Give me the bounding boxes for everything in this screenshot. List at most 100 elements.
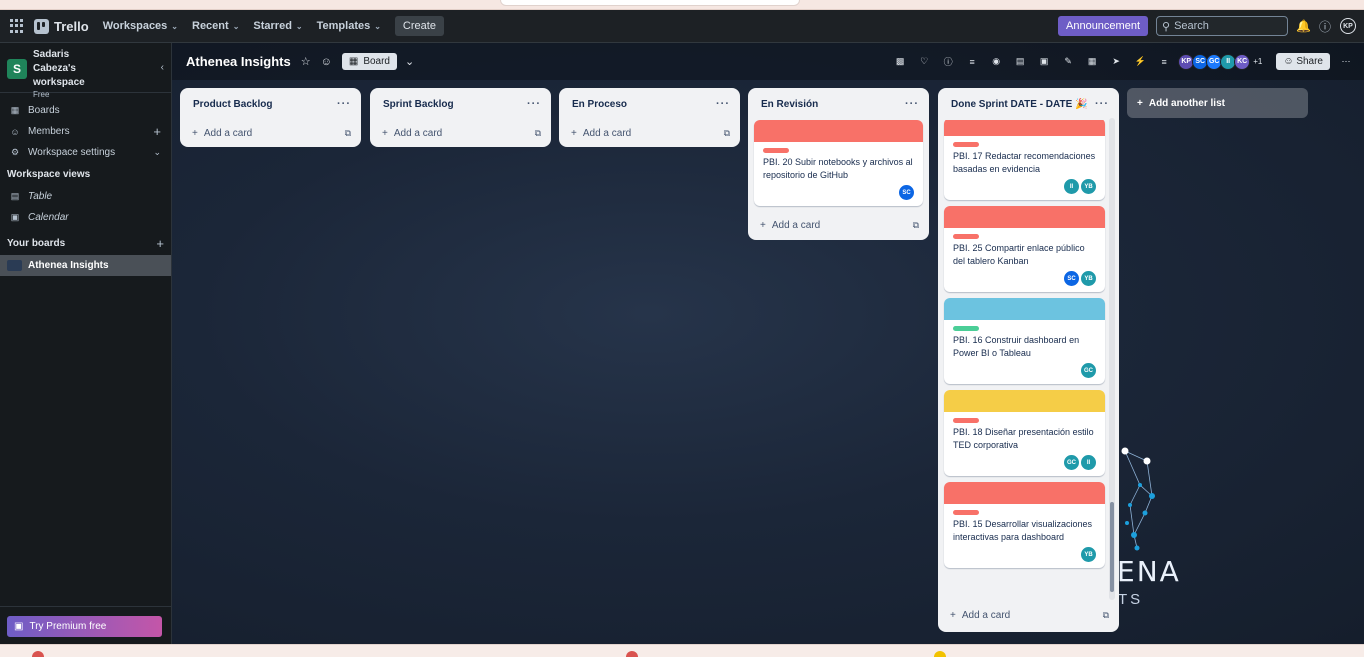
collapse-sidebar-icon[interactable]: ‹ [161,62,164,73]
card-template-icon[interactable]: ⧉ [1103,610,1109,621]
sidebar-item-settings[interactable]: ⚙ Workspace settings ⌄ [0,142,171,163]
list-powerup-icon[interactable]: ≡ [964,57,980,67]
card-member-avatar[interactable]: YB [1081,271,1096,286]
list-title[interactable]: En Proceso [572,99,627,110]
card[interactable]: PBI. 16 Construir dashboard en Power BI … [944,298,1105,384]
card-member-avatar[interactable]: II [1081,455,1096,470]
list-title[interactable]: Product Backlog [193,99,272,110]
filter-icon[interactable]: ≡ [1156,57,1172,67]
card[interactable]: PBI. 17 Redactar recomendaciones basadas… [944,120,1105,200]
announcement-button[interactable]: Announcement [1058,16,1148,36]
sidebar-item-table[interactable]: ▤ Table [0,186,171,207]
nav-templates[interactable]: Templates ⌄ [317,20,381,32]
sidebar-item-calendar[interactable]: ▣ Calendar [0,207,171,228]
card[interactable]: PBI. 25 Compartir enlace público del tab… [944,206,1105,292]
plus-icon: + [1137,97,1143,109]
list-header[interactable]: Done Sprint DATE - DATE 🎉 ··· [938,88,1119,120]
notifications-bell-icon[interactable]: 🔔 [1296,19,1311,33]
board-title[interactable]: Athenea Insights [186,54,291,69]
list-title[interactable]: Sprint Backlog [383,99,454,110]
star-icon[interactable]: ☆ [301,55,311,68]
list-menu-icon[interactable]: ··· [716,98,730,110]
card[interactable]: PBI. 15 Desarrollar visualizaciones inte… [944,482,1105,568]
add-another-list-button[interactable]: + Add another list [1127,88,1308,118]
card-template-icon[interactable]: ⧉ [724,128,730,139]
list-scrollbar-thumb[interactable] [1110,502,1114,592]
list-header[interactable]: En Revisión ··· [748,88,929,120]
add-card-button[interactable]: + Add a card ⧉ [180,120,361,146]
card-label[interactable] [953,142,979,147]
card-template-icon[interactable]: ⧉ [345,128,351,139]
card-powerup-icon[interactable]: ▤ [1012,56,1028,67]
card-label[interactable] [953,510,979,515]
list-menu-icon[interactable]: ··· [1095,98,1109,110]
member-avatar[interactable]: KC [1234,53,1251,70]
plus-icon: + [760,219,766,231]
sidebar-board-athenea[interactable]: Athenea Insights [0,255,171,276]
taskbar-app-icon[interactable] [626,651,638,657]
chart-powerup-icon[interactable]: ▩ [892,56,908,67]
add-member-icon[interactable]: + [153,124,161,139]
card[interactable]: PBI. 20 Subir notebooks y archivos al re… [754,120,923,206]
add-card-button[interactable]: + Add a card ⧉ [938,602,1119,628]
card-label[interactable] [953,326,979,331]
sidebar-item-label: Calendar [28,212,69,223]
add-card-button[interactable]: + Add a card ⧉ [370,120,551,146]
trello-logo[interactable]: Trello [34,18,89,34]
card-cover [944,390,1105,412]
list-menu-icon[interactable]: ··· [905,98,919,110]
github-icon[interactable]: ◉ [988,56,1004,67]
sidebar-item-boards[interactable]: ▦ Boards [0,100,171,121]
app-switcher-icon[interactable] [10,19,24,33]
table-powerup-icon[interactable]: ▦ [1084,56,1100,67]
add-card-button[interactable]: + Add a card ⧉ [559,120,740,146]
card-label[interactable] [763,148,789,153]
taskbar-app-icon[interactable] [934,651,946,657]
create-button[interactable]: Create [394,16,444,36]
card-member-avatar[interactable]: YB [1081,179,1096,194]
sidebar-item-members[interactable]: ☺ Members + [0,121,171,142]
image-powerup-icon[interactable]: ▣ [1036,56,1052,67]
chevron-down-icon[interactable]: ⌄ [405,55,414,68]
card-member-avatar[interactable]: GC [1064,455,1079,470]
pen-powerup-icon[interactable]: ✎ [1060,56,1076,67]
taskbar-app-icon[interactable] [32,651,44,657]
board-members[interactable]: KP SC GC II KC +1 [1178,53,1268,70]
list-header[interactable]: Product Backlog ··· [180,88,361,120]
try-premium-button[interactable]: ▣ Try Premium free [7,616,162,637]
nav-starred[interactable]: Starred ⌄ [253,20,302,32]
board-view-button[interactable]: ▦ Board [341,53,397,70]
list-cards-scroll[interactable]: PBI. 17 Redactar recomendaciones basadas… [938,120,1119,600]
user-avatar[interactable]: KP [1340,18,1356,34]
card-member-avatar[interactable]: II [1064,179,1079,194]
more-menu-icon[interactable]: ⋯ [1338,56,1354,67]
share-button[interactable]: ☺ Share [1276,53,1330,70]
card-member-avatar[interactable]: GC [1081,363,1096,378]
card-template-icon[interactable]: ⧉ [535,128,541,139]
list-title[interactable]: Done Sprint DATE - DATE 🎉 [951,99,1088,110]
nav-workspaces[interactable]: Workspaces ⌄ [103,20,178,32]
bell-powerup-icon[interactable]: ♡ [916,56,932,67]
card-member-avatar[interactable]: SC [1064,271,1079,286]
list-title[interactable]: En Revisión [761,99,818,110]
search-input[interactable]: ⚲ Search [1156,16,1288,36]
visibility-icon[interactable]: ☺ [321,56,332,68]
list-menu-icon[interactable]: ··· [337,98,351,110]
rocket-icon[interactable]: ➤ [1108,56,1124,67]
card-member-avatar[interactable]: SC [899,185,914,200]
info-icon[interactable]: ⓘ [940,55,956,68]
list-header[interactable]: En Proceso ··· [559,88,740,120]
list-menu-icon[interactable]: ··· [527,98,541,110]
lightning-icon[interactable]: ⚡ [1132,56,1148,67]
add-card-button[interactable]: + Add a card ⧉ [748,212,929,238]
members-extra-count[interactable]: +1 [1253,57,1262,66]
help-icon[interactable]: ⓘ [1318,18,1332,35]
card[interactable]: PBI. 18 Diseñar presentación estilo TED … [944,390,1105,476]
list-header[interactable]: Sprint Backlog ··· [370,88,551,120]
card-template-icon[interactable]: ⧉ [913,220,919,231]
card-label[interactable] [953,418,979,423]
add-board-icon[interactable]: + [156,236,164,251]
card-label[interactable] [953,234,979,239]
card-member-avatar[interactable]: YB [1081,547,1096,562]
nav-recent[interactable]: Recent ⌄ [192,20,239,32]
